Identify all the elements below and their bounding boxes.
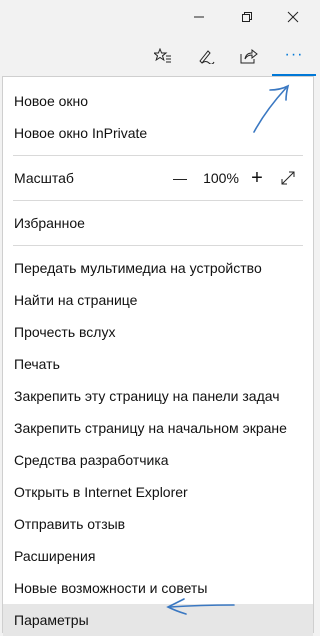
settings-menu: Новое окно Новое окно InPrivate Масштаб … [2,76,314,636]
menu-item-find-on-page[interactable]: Найти на странице [3,284,313,316]
menu-divider [13,155,303,156]
menu-item-send-feedback[interactable]: Отправить отзыв [3,508,313,540]
menu-item-pin-to-start[interactable]: Закрепить страницу на начальном экране [3,412,313,444]
minimize-icon [194,16,204,18]
zoom-label: Масштаб [14,170,74,186]
share-button[interactable] [227,36,271,76]
restore-icon [242,12,252,22]
zoom-in-button[interactable]: + [244,162,270,194]
close-button[interactable] [270,0,316,34]
title-bar [0,0,316,36]
menu-item-developer-tools[interactable]: Средства разработчика [3,444,313,476]
close-icon [287,11,299,23]
restore-button[interactable] [224,0,270,34]
menu-divider [13,245,303,246]
menu-item-extensions[interactable]: Расширения [3,540,313,572]
menu-item-open-in-ie[interactable]: Открыть в Internet Explorer [3,476,313,508]
menu-item-read-aloud[interactable]: Прочесть вслух [3,316,313,348]
menu-item-settings[interactable]: Параметры [3,604,313,636]
web-note-button[interactable] [184,36,228,76]
favorites-button[interactable] [141,36,185,76]
menu-item-print[interactable]: Печать [3,348,313,380]
menu-divider [13,200,303,201]
zoom-minus-icon: — [173,170,187,186]
fullscreen-expand-icon [281,171,295,185]
more-button[interactable]: ··· [272,36,316,76]
zoom-plus-icon: + [251,167,263,189]
fullscreen-button[interactable] [275,162,301,194]
pen-icon [199,50,215,64]
menu-item-whats-new[interactable]: Новые возможности и советы [3,572,313,604]
more-dots-icon: ··· [284,46,304,63]
browser-toolbar: ··· [0,36,316,76]
menu-item-new-window[interactable]: Новое окно [3,85,313,117]
zoom-row: Масштаб — 100% + [3,162,313,194]
share-icon [240,48,258,64]
minimize-button[interactable] [176,0,222,34]
menu-item-favorites[interactable]: Избранное [3,207,313,239]
zoom-out-button[interactable]: — [167,162,193,194]
favorites-star-list-icon [154,48,171,63]
menu-item-pin-to-taskbar[interactable]: Закрепить эту страницу на панели задач [3,380,313,412]
zoom-level: 100% [203,170,239,186]
menu-item-cast-media[interactable]: Передать мультимедиа на устройство [3,252,313,284]
menu-item-new-inprivate-window[interactable]: Новое окно InPrivate [3,117,313,149]
